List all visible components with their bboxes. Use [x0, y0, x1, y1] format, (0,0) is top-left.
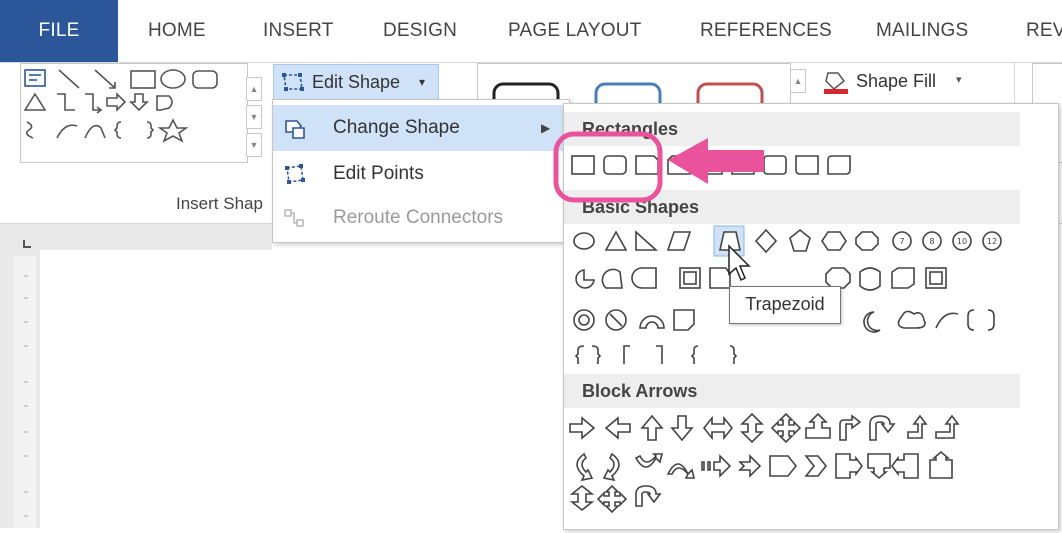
reroute-connectors-label: Reroute Connectors [333, 207, 504, 228]
tab-home[interactable]: HOME [148, 0, 206, 62]
callout-circle [553, 131, 663, 203]
section-block-arrows: Block Arrows [564, 374, 1020, 408]
gallery-scroll-down[interactable]: ▼ [246, 105, 262, 129]
change-shape-label: Change Shape [333, 117, 460, 138]
edit-points-label: Edit Points [333, 163, 424, 184]
document-page[interactable] [40, 250, 272, 528]
shape-gallery-icons [23, 69, 218, 143]
shape-label-7: 7 [899, 237, 904, 246]
edit-shape-label: Edit Shape [312, 72, 401, 92]
edit-points-icon [285, 164, 305, 184]
tab-file[interactable]: FILE [0, 0, 118, 62]
shape-fill-label: Shape Fill [856, 71, 937, 91]
edit-shape-menu: Change Shape ▶ Edit Points Reroute Conne… [272, 99, 570, 243]
callout-arrow [668, 138, 764, 184]
tab-page-layout[interactable]: PAGE LAYOUT [508, 0, 641, 62]
shape-label-10: 10 [957, 237, 967, 246]
gallery-scroll-up[interactable]: ▲ [246, 77, 262, 101]
tab-design[interactable]: DESIGN [383, 0, 457, 62]
submenu-arrow-icon: ▶ [541, 121, 551, 135]
tab-references[interactable]: REFERENCES [700, 0, 832, 62]
insert-shapes-gallery[interactable] [20, 63, 248, 163]
ruler-ticks [24, 275, 28, 517]
shape-label-12: 12 [987, 237, 997, 246]
chevron-down-icon: ▾ [956, 74, 962, 86]
tab-insert[interactable]: INSERT [263, 0, 334, 62]
menu-item-reroute-connectors: Reroute Connectors [273, 195, 567, 241]
edit-shape-button[interactable]: Edit Shape ▾ [273, 64, 439, 100]
menu-item-edit-points[interactable]: Edit Points [273, 151, 567, 197]
menu-item-change-shape[interactable]: Change Shape ▶ [273, 105, 567, 151]
change-shape-icon [285, 120, 305, 139]
shape-fill-button[interactable]: Shape Fill ▾ [822, 67, 1002, 97]
tab-review[interactable]: REV [1026, 0, 1062, 62]
edit-shape-icon [282, 73, 304, 91]
chevron-down-icon: ▾ [419, 75, 426, 89]
styles-scroll-up[interactable]: ▲ [790, 69, 806, 93]
ribbon-tab-bar: FILE HOME INSERT DESIGN PAGE LAYOUT REFE… [0, 0, 1062, 63]
callout-overlay [553, 131, 764, 203]
vertical-ruler [14, 256, 36, 528]
reroute-connectors-icon [284, 209, 304, 227]
block-arrows-grid [569, 412, 960, 514]
tab-mailings[interactable]: MAILINGS [876, 0, 968, 62]
tab-stop-icon[interactable] [22, 236, 32, 248]
shape-fill-icon [824, 72, 848, 94]
round-same-side-shape[interactable] [795, 155, 819, 175]
shape-label-8: 8 [929, 237, 934, 246]
trapezoid-tooltip: Trapezoid [729, 286, 841, 324]
gallery-more[interactable]: ▼ [246, 133, 262, 157]
mouse-cursor-icon [728, 244, 751, 282]
insert-shapes-group-label: Insert Shap [176, 194, 263, 213]
round-diagonal-shape[interactable] [827, 155, 851, 175]
